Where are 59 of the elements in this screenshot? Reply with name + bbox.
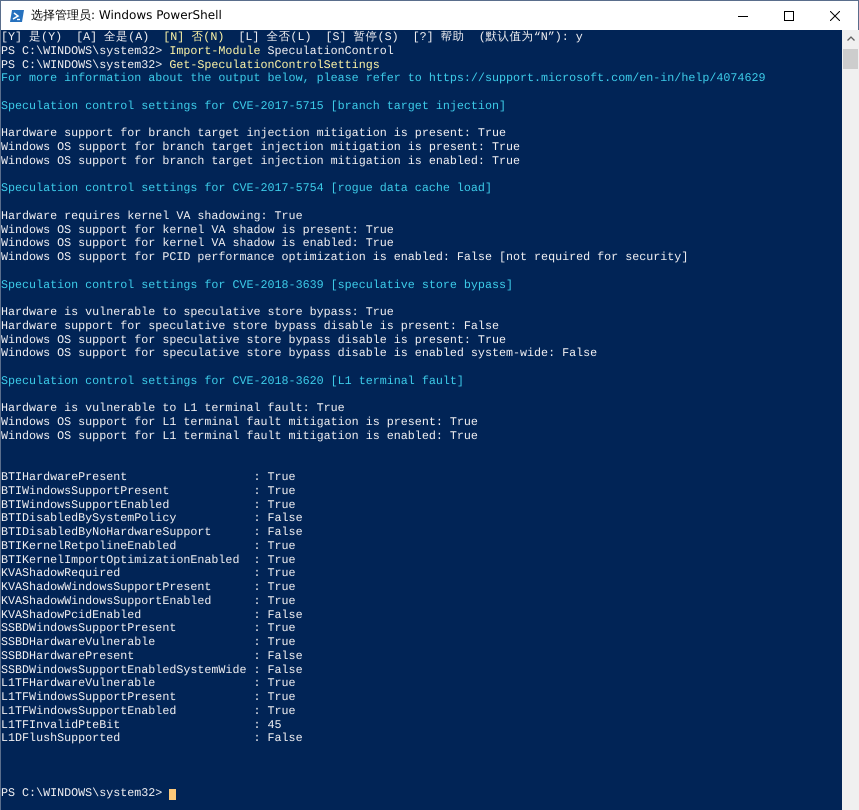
command-text: Get-SpeculationControlSettings [169,58,380,72]
output-text: BTIDisabledBySystemPolicy : False [1,512,303,526]
info-text: Speculation control settings for CVE-2018-3639 [speculative store bypass] [1,278,513,292]
choice-option: [A] 全是(A) [76,31,150,45]
output-text: KVAShadowRequired : True [1,567,296,581]
output-text: Windows OS support for branch target injection mitigation is present: True [1,141,520,155]
powershell-icon [9,8,25,24]
command-text: Import-Module [169,44,261,58]
output-text: Hardware is vulnerable to speculative store bypass: True [1,306,394,320]
output-text: KVAShadowWindowsSupportEnabled : True [1,594,296,608]
window-title: 选择管理员: Windows PowerShell [31,7,223,24]
choice-option: [L] 全否(L) [238,31,312,45]
prompt-text: PS C:\WINDOWS\system32> [1,44,162,58]
chevron-up-icon [846,36,854,41]
output-text: Windows OS support for L1 terminal fault mitigation is present: True [1,416,478,430]
close-icon [830,10,840,20]
output-text: L1TFWindowsSupportEnabled : True [1,704,296,718]
output-text: BTIHardwarePresent : True [1,471,296,485]
output-text: Windows OS support for branch target injection mitigation is enabled: True [1,154,520,168]
prompt-text: PS C:\WINDOWS\system32> [1,58,162,72]
output-text: Windows OS support for speculative store bypass disable is present: True [1,334,506,348]
scrollbar[interactable] [842,30,859,810]
output-text: Hardware support for speculative store bypass disable is present: False [1,320,499,334]
info-text: Speculation control settings for CVE-2017-5754 [rogue data cache load] [1,182,492,196]
output-text: KVAShadowWindowsSupportPresent : True [1,581,296,595]
maximize-icon [784,10,794,20]
output-text: SSBDWindowsSupportPresent : True [1,622,296,636]
output-text: SSBDHardwareVulnerable : True [1,636,296,650]
output-text: Windows OS support for kernel VA shadow is enabled: True [1,237,394,251]
output-text: L1TFInvalidPteBit : 45 [1,718,282,732]
output-text: Hardware is vulnerable to L1 terminal fault: True [1,402,345,416]
output-text: Windows OS support for L1 terminal fault mitigation is enabled: True [1,430,478,444]
info-text: Speculation control settings for CVE-2018-3620 [L1 terminal fault] [1,374,464,388]
output-text: BTIKernelRetpolineEnabled : True [1,540,296,554]
info-text: Speculation control settings for CVE-2017-5715 [branch target injection] [1,100,506,114]
choice-option: [Y] 是(Y) [1,31,62,45]
choice-option: [?] 帮助 [412,31,465,45]
choice-option: [N] 否(N) [163,31,224,45]
output-text: Hardware support for branch target injection mitigation is present: True [1,127,506,141]
output-text: Hardware requires kernel VA shadowing: True [1,210,303,224]
output-text: SSBDWindowsSupportEnabledSystemWide : False [1,664,303,678]
output-text: BTIDisabledByNoHardwareSupport : False [1,526,303,540]
prompt-text: PS C:\WINDOWS\system32> [1,787,162,801]
info-text: For more information about the output below, please refer to https://support.microsoft.com/en-in/help/4074629 [1,72,766,86]
choice-option: [S] 暂停(S) [326,31,399,45]
output-text: KVAShadowPcidEnabled : False [1,608,303,622]
output-text: BTIKernelImportOptimizationEnabled : True [1,554,296,568]
output-text: Windows OS support for PCID performance optimization is enabled: False [not required for security] [1,251,688,265]
output-text: L1TFWindowsSupportPresent : True [1,691,296,705]
output-text: Windows OS support for speculative store bypass disable is enabled system-wide: False [1,347,598,361]
output-text: SSBDHardwarePresent : False [1,650,303,664]
command-argument: SpeculationControl [268,44,394,58]
output-text: Windows OS support for kernel VA shadow is present: True [1,224,394,238]
output-text: BTIWindowsSupportPresent : True [1,484,296,498]
choice-prompt: (默认值为“N”): y [478,31,583,45]
output-text: L1DFlushSupported : False [1,732,303,746]
scrollbar-thumb[interactable] [843,49,858,69]
output-text: L1TFHardwareVulnerable : True [1,677,296,691]
output-text: BTIWindowsSupportEnabled : True [1,498,296,512]
